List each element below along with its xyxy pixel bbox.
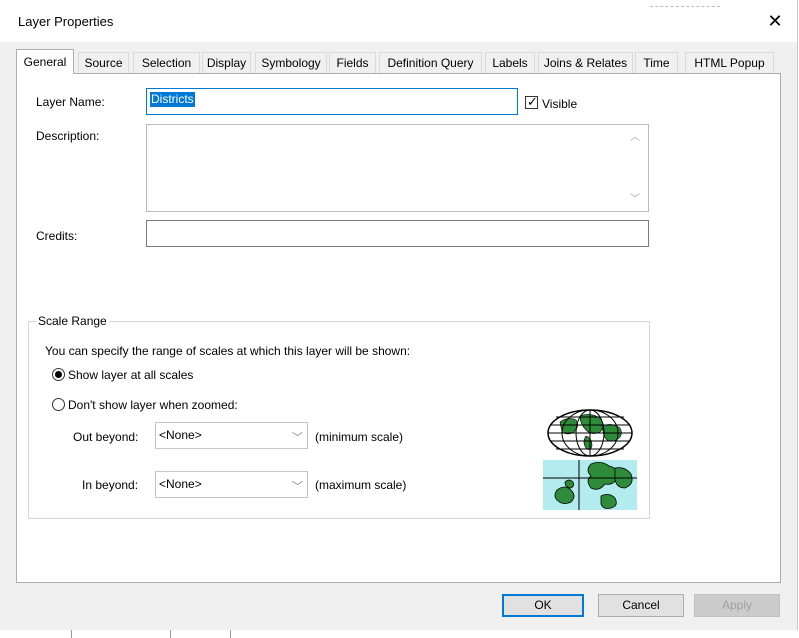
in-beyond-select[interactable]: <None> ﹀ bbox=[155, 471, 308, 498]
out-beyond-label: Out beyond: bbox=[73, 430, 139, 444]
scale-range-intro: You can specify the range of scales at w… bbox=[45, 344, 411, 358]
tab-source[interactable]: Source bbox=[78, 52, 129, 73]
tab-display[interactable]: Display bbox=[202, 52, 251, 73]
layer-properties-dialog: Layer Properties ✕ General Source Select… bbox=[0, 0, 798, 631]
show-all-scales-radio[interactable] bbox=[52, 368, 65, 381]
window-title: Layer Properties bbox=[18, 14, 114, 29]
globe-icon bbox=[547, 409, 633, 457]
max-scale-label: (maximum scale) bbox=[315, 478, 407, 492]
out-beyond-select[interactable]: <None> ﹀ bbox=[155, 422, 308, 449]
credits-label: Credits: bbox=[36, 229, 78, 243]
in-beyond-value: <None> bbox=[159, 477, 202, 491]
column-divider bbox=[230, 630, 231, 638]
show-all-scales-label[interactable]: Show layer at all scales bbox=[68, 368, 193, 382]
cancel-button[interactable]: Cancel bbox=[598, 594, 684, 617]
scroll-down-icon[interactable]: ﹀ bbox=[628, 193, 642, 207]
layer-name-value: Districts bbox=[150, 92, 195, 107]
title-bar: Layer Properties ✕ bbox=[0, 0, 797, 42]
tab-joins-relates[interactable]: Joins & Relates bbox=[538, 52, 633, 73]
background-strip bbox=[0, 630, 799, 638]
tab-definition-query[interactable]: Definition Query bbox=[379, 52, 482, 73]
tab-general[interactable]: General bbox=[16, 49, 74, 74]
tab-time[interactable]: Time bbox=[635, 52, 678, 73]
apply-button[interactable]: Apply bbox=[694, 594, 780, 617]
hide-when-zoomed-radio[interactable] bbox=[52, 398, 65, 411]
tab-symbology[interactable]: Symbology bbox=[255, 52, 327, 73]
out-beyond-value: <None> bbox=[159, 428, 202, 442]
hide-when-zoomed-label[interactable]: Don't show layer when zoomed: bbox=[68, 398, 238, 412]
layer-name-label: Layer Name: bbox=[36, 95, 105, 109]
description-label: Description: bbox=[36, 129, 100, 143]
column-divider bbox=[71, 630, 72, 638]
tab-fields[interactable]: Fields bbox=[329, 52, 376, 73]
min-scale-label: (minimum scale) bbox=[315, 430, 404, 444]
layer-name-input[interactable]: Districts bbox=[146, 88, 518, 115]
scroll-up-icon[interactable]: ︿ bbox=[628, 131, 642, 145]
tab-selection[interactable]: Selection bbox=[133, 52, 200, 73]
column-divider bbox=[170, 630, 171, 638]
close-icon[interactable]: ✕ bbox=[764, 8, 786, 34]
check-icon: ✓ bbox=[527, 94, 538, 109]
ok-button[interactable]: OK bbox=[502, 594, 584, 617]
credits-input[interactable] bbox=[146, 220, 649, 247]
description-textarea[interactable]: ︿ ﹀ bbox=[146, 124, 649, 212]
title-divider bbox=[650, 6, 720, 7]
chevron-down-icon: ﹀ bbox=[292, 481, 303, 493]
scale-range-title: Scale Range bbox=[36, 314, 109, 328]
zoomed-map-icon bbox=[543, 460, 637, 510]
visible-label: Visible bbox=[542, 97, 578, 111]
tab-html-popup[interactable]: HTML Popup bbox=[685, 52, 774, 73]
radio-selected-dot bbox=[55, 371, 62, 378]
visible-checkbox[interactable]: ✓ bbox=[525, 94, 538, 109]
chevron-down-icon: ﹀ bbox=[292, 432, 303, 444]
in-beyond-label: In beyond: bbox=[82, 478, 139, 492]
tab-labels[interactable]: Labels bbox=[485, 52, 535, 73]
